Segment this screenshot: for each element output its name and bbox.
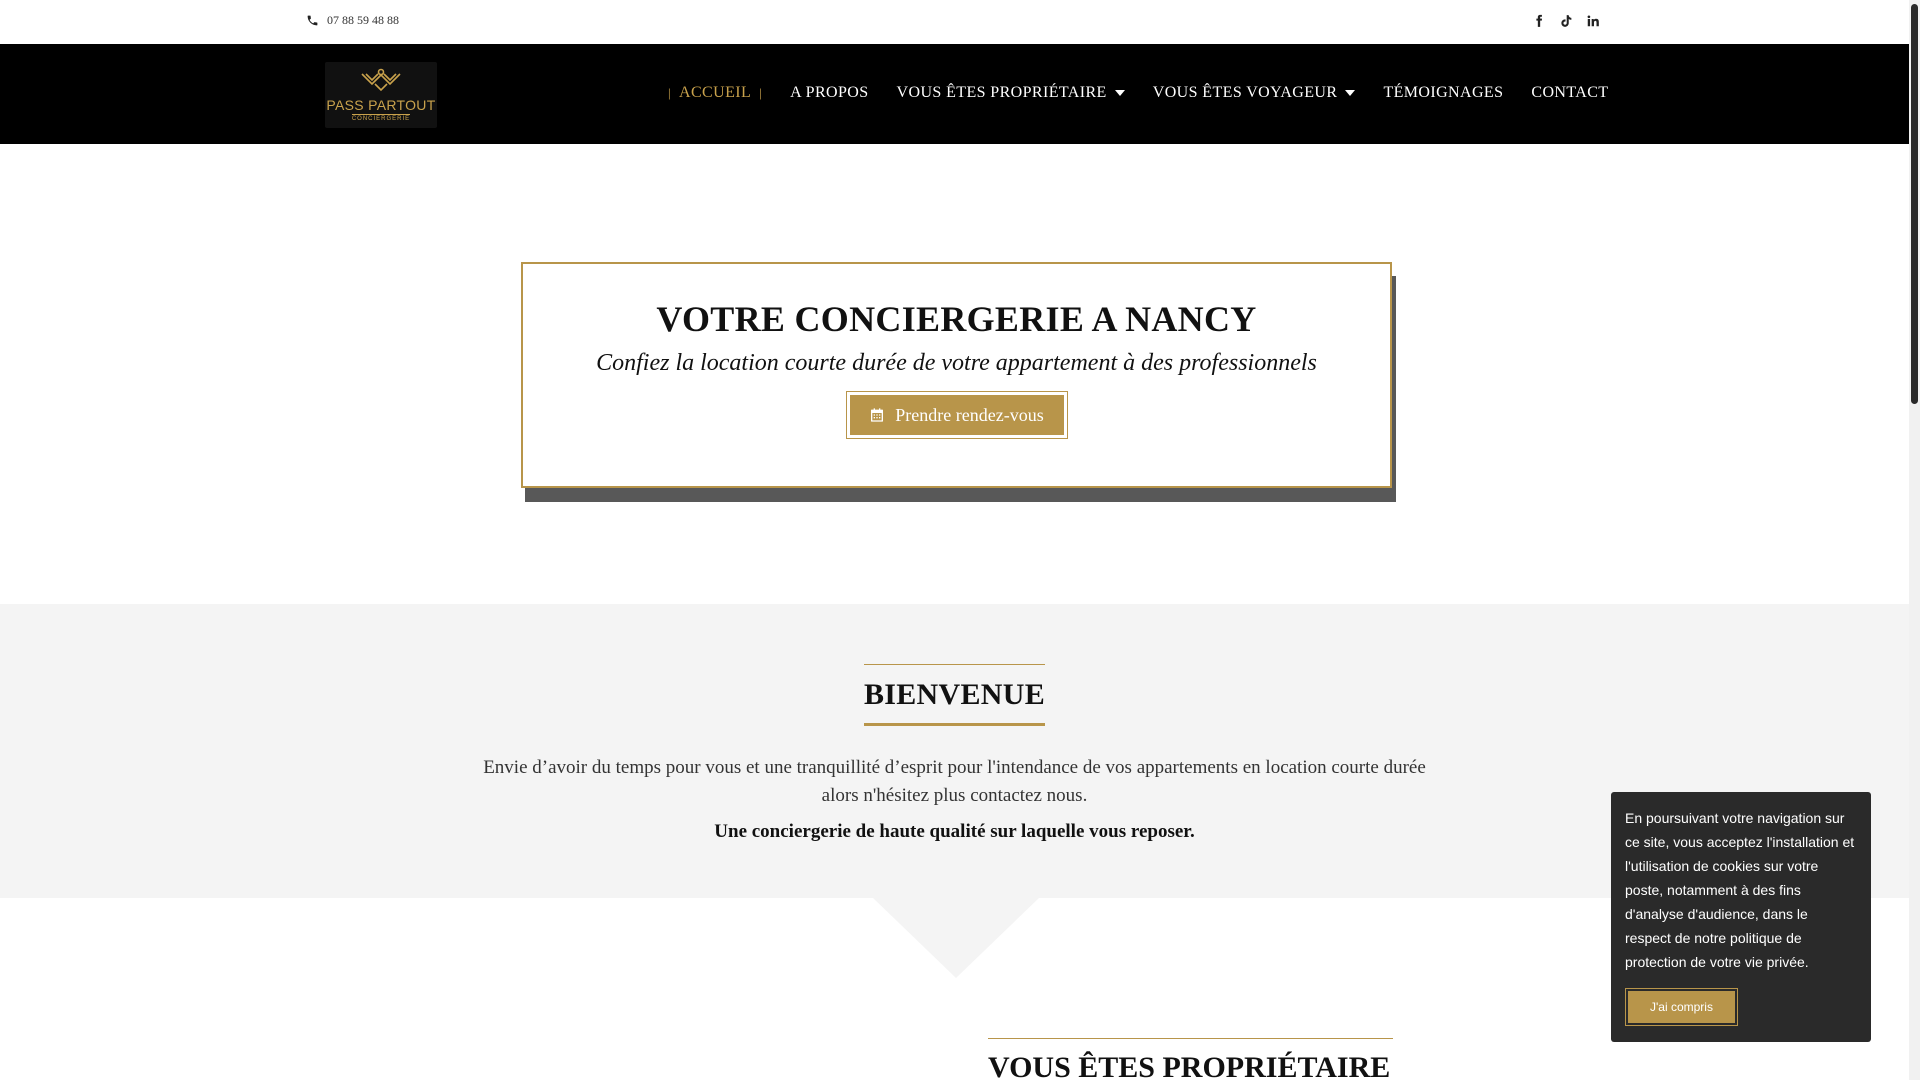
scrollbar-thumb[interactable] xyxy=(1911,4,1918,404)
logo-name: PASS PARTOUT xyxy=(326,97,436,113)
caret-down-icon xyxy=(1345,90,1356,96)
nav-item-label: VOUS ÊTES VOYAGEUR xyxy=(1152,84,1338,101)
welcome-title: BIENVENUE xyxy=(863,678,1046,711)
phone-contact[interactable]: 07 88 59 48 88 xyxy=(306,13,399,28)
welcome-text: Envie d’avoir du temps pour vous et une … xyxy=(483,757,1426,806)
nav-item-temoignages[interactable]: TÉMOIGNAGES xyxy=(1383,84,1503,102)
nav-item-a-propos[interactable]: A PROPOS xyxy=(790,84,868,102)
nav-item-label: TÉMOIGNAGES xyxy=(1383,84,1504,101)
welcome-tagline: Une conciergerie de haute qualité sur la… xyxy=(714,821,1195,842)
caret-down-icon xyxy=(1114,90,1125,96)
logo-subtitle: CONCIERGERIE xyxy=(351,114,411,122)
nav-item-accueil[interactable]: | ACCUEIL | xyxy=(668,84,762,102)
linkedin-icon[interactable] xyxy=(1586,13,1600,29)
nav-item-contact[interactable]: CONTACT xyxy=(1531,84,1608,102)
appointment-button-frame: Prendre rendez-vous xyxy=(845,391,1068,439)
hero-card: VOTRE CONCIERGERIE A NANCY Confiez la lo… xyxy=(521,262,1392,488)
nav-item-label: ACCUEIL xyxy=(679,84,752,101)
appointment-button[interactable]: Prendre rendez-vous xyxy=(849,395,1064,435)
cookie-accept-button[interactable]: J'ai compris xyxy=(1628,991,1735,1023)
keys-logo-icon xyxy=(361,68,401,92)
cookie-banner: En poursuivant votre navigation sur ce s… xyxy=(1611,792,1871,1042)
nav-item-label: CONTACT xyxy=(1531,84,1609,101)
cookie-text: En poursuivant votre navigation sur ce s… xyxy=(1625,810,1855,970)
calendar-icon xyxy=(871,408,884,422)
main-navbar: PASS PARTOUT CONCIERGERIE | ACCUEIL | A … xyxy=(0,44,1909,144)
phone-number: 07 88 59 48 88 xyxy=(327,13,399,27)
section-arrow-divider xyxy=(873,898,1039,978)
hero-subtitle: Confiez la location courte durée de votr… xyxy=(596,350,1317,376)
hero-title: VOTRE CONCIERGERIE A NANCY xyxy=(656,299,1257,339)
main-menu: | ACCUEIL | A PROPOS VOUS ÊTES PROPRIÉTA… xyxy=(668,84,1636,102)
owner-section-title: VOUS ÊTES PROPRIÉTAIRE xyxy=(988,1051,1391,1080)
facebook-icon[interactable] xyxy=(1532,13,1546,29)
nav-separator: | xyxy=(668,85,672,100)
page-scrollbar[interactable] xyxy=(1909,0,1920,1080)
appointment-button-label: Prendre rendez-vous xyxy=(895,404,1044,425)
nav-item-proprietaire[interactable]: VOUS ÊTES PROPRIÉTAIRE xyxy=(897,84,1125,102)
social-links xyxy=(1532,13,1600,29)
welcome-title-frame: BIENVENUE xyxy=(863,664,1046,726)
cookie-accept-frame: J'ai compris xyxy=(1625,988,1738,1026)
nav-item-label: A PROPOS xyxy=(790,84,869,101)
nav-item-label: VOUS ÊTES PROPRIÉTAIRE xyxy=(896,84,1107,101)
nav-item-voyageur[interactable]: VOUS ÊTES VOYAGEUR xyxy=(1153,84,1356,102)
phone-icon xyxy=(307,15,318,26)
brand-logo[interactable]: PASS PARTOUT CONCIERGERIE xyxy=(325,62,437,128)
top-bar: 07 88 59 48 88 xyxy=(0,0,1909,44)
tiktok-icon[interactable] xyxy=(1559,13,1573,29)
owner-section: VOUS ÊTES PROPRIÉTAIRE xyxy=(988,1038,1393,1080)
nav-separator: | xyxy=(759,85,763,100)
